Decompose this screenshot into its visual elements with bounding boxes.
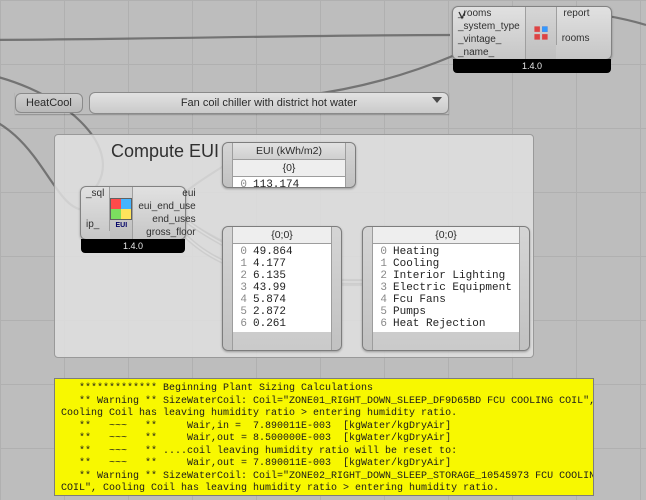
end-uses-panel[interactable]: {0;0} 0Heating 1Cooling 2Interior Lighti… — [362, 226, 530, 351]
output-rooms[interactable]: rooms — [556, 32, 595, 45]
output-eui-end-use[interactable]: eui_end_use — [132, 200, 200, 213]
panel-grip[interactable] — [223, 143, 233, 187]
input-vintage[interactable]: _vintage_ — [453, 33, 526, 46]
version-bar: 1.4.0 — [453, 59, 611, 73]
eui-icon-label: EUI — [116, 222, 128, 229]
input-ip[interactable]: ip_ — [81, 218, 110, 231]
panel-grip[interactable] — [223, 227, 233, 350]
output-gross-floor[interactable]: gross_floor — [132, 226, 200, 239]
output-end-uses[interactable]: end_uses — [132, 213, 200, 226]
panel-grip[interactable] — [363, 227, 373, 350]
input-sql[interactable]: _sql — [81, 187, 110, 200]
panel-grip[interactable] — [345, 143, 355, 187]
hvac-dropdown[interactable]: Fan coil chiller with district hot water — [89, 92, 449, 114]
simulation-log[interactable]: ************* Beginning Plant Sizing Cal… — [54, 378, 594, 496]
output-report[interactable]: report — [556, 7, 595, 20]
heatcool-chip[interactable]: HeatCool — [15, 93, 83, 113]
hvac-template-row: HeatCool Fan coil chiller with district … — [15, 92, 449, 114]
panel-body: 049.864 14.177 26.135 343.99 45.874 52.8… — [233, 244, 331, 332]
panel-branch: {0} — [233, 160, 345, 177]
panel-grip[interactable] — [519, 227, 529, 350]
hvac-dropdown-value: Fan coil chiller with district hot water — [181, 97, 357, 109]
panel-branch: {0;0} — [373, 227, 519, 244]
panel-title: EUI (kWh/m2) — [233, 143, 345, 160]
hb-rooms-component[interactable]: _rooms _system_type _vintage_ _name_ rep… — [452, 6, 612, 60]
flatten-icon — [457, 10, 467, 23]
panel-branch: {0;0} — [233, 227, 331, 244]
eui-end-use-values-panel[interactable]: {0;0} 049.864 14.177 26.135 343.99 45.87… — [222, 226, 342, 351]
version-bar: 1.4.0 — [81, 239, 185, 253]
honeybee-icon — [530, 22, 552, 44]
panel-body: 0Heating 1Cooling 2Interior Lighting 3El… — [373, 244, 519, 332]
eui-output-panel[interactable]: EUI (kWh/m2) {0} 0113.174 — [222, 142, 356, 188]
eui-icon — [110, 198, 132, 220]
output-eui[interactable]: eui — [132, 187, 200, 200]
panel-body: 0113.174 — [233, 177, 345, 188]
input-name[interactable]: _name_ — [453, 46, 526, 59]
panel-grip[interactable] — [331, 227, 341, 350]
eui-component[interactable]: _sql ip_ EUI eui eui_end_use end_uses gr… — [80, 186, 186, 240]
chevron-down-icon — [432, 97, 442, 103]
